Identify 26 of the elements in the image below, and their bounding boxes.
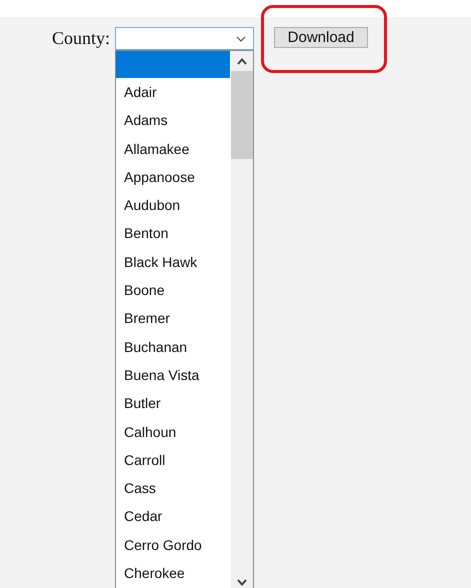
county-option[interactable]: Buena Vista <box>116 360 230 390</box>
scroll-up-icon[interactable] <box>237 58 248 65</box>
county-option[interactable]: Adair <box>116 78 230 106</box>
county-option[interactable]: Benton <box>116 219 230 248</box>
county-option[interactable]: Cherokee <box>116 559 230 588</box>
county-option[interactable]: Adams <box>116 106 230 135</box>
county-label: County: <box>52 28 110 49</box>
county-option[interactable]: Allamakee <box>116 134 230 163</box>
county-option[interactable]: Carroll <box>116 446 230 474</box>
download-button[interactable]: Download <box>274 27 368 48</box>
county-option[interactable]: Cass <box>116 474 230 502</box>
county-option[interactable]: Black Hawk <box>116 248 230 276</box>
scroll-thumb[interactable] <box>231 71 254 159</box>
county-option[interactable]: Cedar <box>116 502 230 531</box>
county-option[interactable]: Boone <box>116 276 230 304</box>
chevron-down-icon <box>236 36 246 42</box>
county-option[interactable]: Buchanan <box>116 332 230 361</box>
county-option[interactable]: Butler <box>116 389 230 418</box>
county-option[interactable]: Audubon <box>116 191 230 220</box>
county-option[interactable]: Calhoun <box>116 418 230 446</box>
county-dropdown[interactable] <box>115 27 254 50</box>
scroll-down-icon[interactable] <box>237 579 248 586</box>
scrollbar[interactable] <box>231 51 254 588</box>
county-option[interactable]: Cerro Gordo <box>116 530 230 560</box>
county-option[interactable]: Bremer <box>116 304 230 333</box>
county-option[interactable]: Appanoose <box>116 162 230 192</box>
